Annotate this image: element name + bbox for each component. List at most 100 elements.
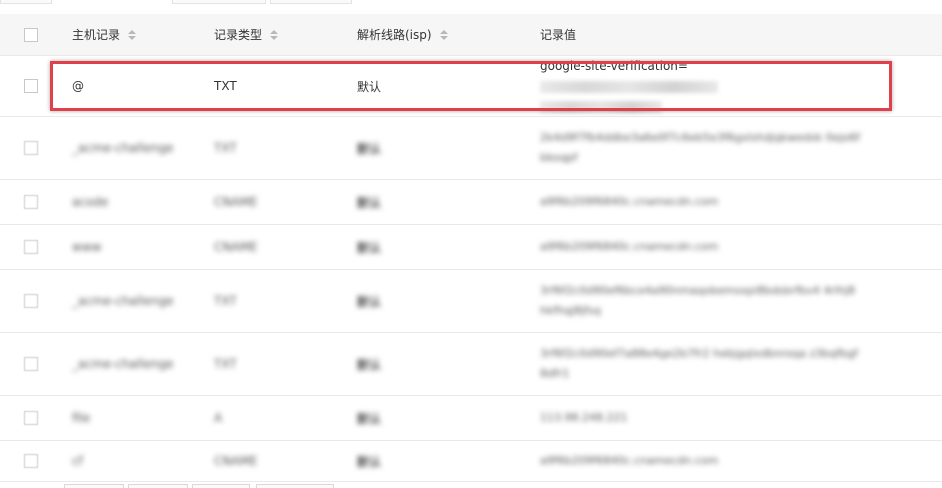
record-line: 默认 xyxy=(357,441,381,481)
dns-records-panel: 主机记录 记录类型 解析线路(isp) 记录值 @ TXT 默认 google-… xyxy=(0,0,942,488)
header-checkbox-cell xyxy=(24,14,38,55)
record-host: cf xyxy=(72,441,83,481)
pagination-button[interactable] xyxy=(192,484,250,488)
record-type-text: CNAME xyxy=(214,454,258,468)
row-checkbox[interactable] xyxy=(24,454,38,468)
record-host: _acme-challenge xyxy=(72,270,174,332)
table-row[interactable]: file A 默认 113.98.248.221 xyxy=(0,396,942,441)
row-checkbox[interactable] xyxy=(24,240,38,254)
table-row[interactable]: _acme-challenge TXT 默认 2k4d9f7fb4ddbe3a6e0f… xyxy=(0,117,942,180)
record-value: google-site-verification= xyxy=(540,56,860,116)
record-line: 默认 xyxy=(357,270,381,332)
record-line-text: 默认 xyxy=(357,195,382,210)
row-checkbox[interactable] xyxy=(24,141,38,155)
record-host: www xyxy=(72,225,101,269)
record-host: acode xyxy=(72,180,108,224)
record-host-text: cf xyxy=(72,454,83,468)
record-type: TXT xyxy=(214,333,237,395)
record-type-text: TXT xyxy=(214,141,237,155)
record-line-text: 默认 xyxy=(357,411,382,426)
sort-icon[interactable] xyxy=(439,29,448,40)
top-tab[interactable] xyxy=(0,0,52,4)
sort-icon[interactable] xyxy=(270,29,279,40)
table-row[interactable]: cf CNAME 默认 a9f6b209f6840c.cnamecdn.com xyxy=(0,441,942,482)
record-line: 默认 xyxy=(357,79,382,94)
dns-record-table: 主机记录 记录类型 解析线路(isp) 记录值 @ TXT 默认 google-… xyxy=(0,14,942,482)
top-tab[interactable] xyxy=(270,0,352,4)
record-line-text: 默认 xyxy=(357,357,382,372)
record-value-text: 3rf6f2c0d90ef7a88e4ge2b7fr2 hebjgqlxdbnr… xyxy=(540,347,858,380)
record-value-text: 3rf6f2c0d90ef6bce4a90nmaqobemsxpi8bdsbrf… xyxy=(540,284,856,317)
record-type: A xyxy=(214,396,222,440)
row-checkbox-cell xyxy=(24,396,38,440)
redacted-token xyxy=(540,100,662,113)
row-checkbox-cell xyxy=(24,441,38,481)
pagination-button[interactable] xyxy=(128,484,188,488)
record-host-text: _acme-challenge xyxy=(72,141,174,155)
header-value: 记录值 xyxy=(540,14,860,55)
pagination-button[interactable] xyxy=(256,484,334,488)
record-host-text: file xyxy=(72,411,91,425)
table-header-row: 主机记录 记录类型 解析线路(isp) 记录值 xyxy=(0,14,942,56)
record-host: file xyxy=(72,396,90,440)
record-type-text: A xyxy=(214,411,223,425)
row-checkbox[interactable] xyxy=(24,357,38,371)
row-checkbox[interactable] xyxy=(24,411,38,425)
header-host-label: 主机记录 xyxy=(72,28,121,42)
record-line: 默认 xyxy=(357,117,381,179)
table-row-highlighted[interactable]: @ TXT 默认 google-site-verification= xyxy=(0,56,942,117)
record-value-text: a9f6b209f6840c.cnamecdn.com xyxy=(540,454,719,467)
row-checkbox[interactable] xyxy=(24,195,38,209)
record-value: 3rf6f2c0d90ef7a88e4ge2b7fr2 hebjgqlxdbnr… xyxy=(540,333,860,395)
record-line: 默认 xyxy=(357,333,381,395)
pagination-button[interactable] xyxy=(64,484,124,488)
row-checkbox-cell xyxy=(24,180,38,224)
header-value-label: 记录值 xyxy=(540,27,577,42)
record-host-text: _acme-challenge xyxy=(72,357,174,371)
record-host: @ xyxy=(72,79,84,93)
table-row[interactable]: acode CNAME 默认 a9f6b209f6840c.cnamecdn.com xyxy=(0,180,942,225)
row-checkbox[interactable] xyxy=(24,294,38,308)
record-type: CNAME xyxy=(214,441,258,481)
header-line-label: 解析线路(isp) xyxy=(357,28,432,42)
record-host-text: acode xyxy=(72,195,109,209)
record-type: CNAME xyxy=(214,180,258,224)
record-type-text: CNAME xyxy=(214,240,258,254)
record-value-text: google-site-verification= xyxy=(540,59,688,73)
record-type: CNAME xyxy=(214,225,258,269)
table-row[interactable]: www CNAME 默认 a9f6b209f6840c.cnamecdn.com xyxy=(0,225,942,270)
record-line-text: 默认 xyxy=(357,454,382,469)
record-line-text: 默认 xyxy=(357,294,382,309)
record-host-text: _acme-challenge xyxy=(72,294,174,308)
table-row[interactable]: _acme-challenge TXT 默认 3rf6f2c0d90ef6bce4a9… xyxy=(0,270,942,333)
header-type[interactable]: 记录类型 xyxy=(214,14,279,55)
record-value: a9f6b209f6840c.cnamecdn.com xyxy=(540,180,860,224)
redacted-token xyxy=(540,80,718,93)
record-value-text: 2k4d9f7fb4ddbe3a6e0f7c6eb5e3f6gxlshdjqkw… xyxy=(540,131,861,164)
record-value: 2k4d9f7fb4ddbe3a6e0f7c6eb5e3f6gxlshdjqkw… xyxy=(540,117,860,179)
record-type: TXT xyxy=(214,270,237,332)
record-host: _acme-challenge xyxy=(72,333,174,395)
table-row[interactable]: _acme-challenge TXT 默认 3rf6f2c0d90ef7a88e4g… xyxy=(0,333,942,396)
row-checkbox-cell xyxy=(24,56,38,116)
record-line: 默认 xyxy=(357,180,381,224)
row-checkbox-cell xyxy=(24,333,38,395)
record-line-text: 默认 xyxy=(357,141,382,156)
row-checkbox-cell xyxy=(24,270,38,332)
record-value: 3rf6f2c0d90ef6bce4a90nmaqobemsxpi8bdsbrf… xyxy=(540,270,860,332)
sort-icon[interactable] xyxy=(128,29,137,40)
record-type: TXT xyxy=(214,117,237,179)
record-line: 默认 xyxy=(357,396,381,440)
row-checkbox-cell xyxy=(24,225,38,269)
header-line[interactable]: 解析线路(isp) xyxy=(357,14,448,55)
select-all-checkbox[interactable] xyxy=(24,27,38,42)
record-value: a9f6b209f6840c.cnamecdn.com xyxy=(540,225,860,269)
header-type-label: 记录类型 xyxy=(214,28,263,42)
record-type-text: TXT xyxy=(214,294,237,308)
record-value: a9f6b209f6840c.cnamecdn.com xyxy=(540,441,860,481)
record-type: TXT xyxy=(214,79,237,93)
header-host[interactable]: 主机记录 xyxy=(72,14,137,55)
top-tab[interactable] xyxy=(172,0,266,4)
record-host: _acme-challenge xyxy=(72,117,174,179)
row-checkbox[interactable] xyxy=(24,79,38,93)
